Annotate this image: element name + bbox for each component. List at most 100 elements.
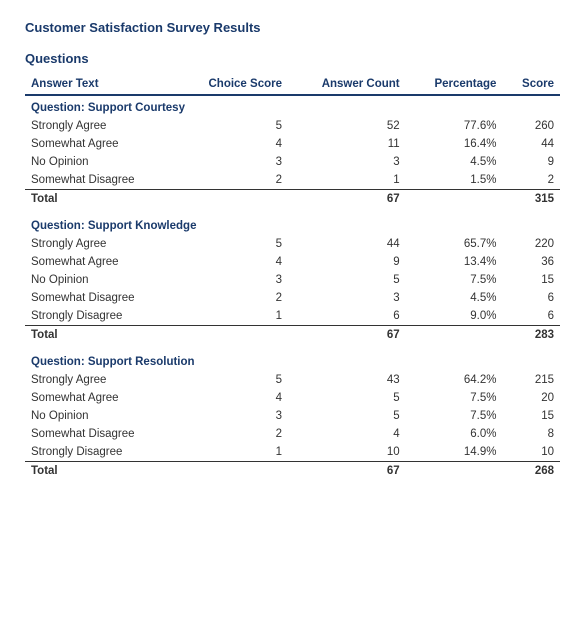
table-row: Somewhat Agree 4 9 13.4% 36 — [25, 253, 560, 271]
answer-text: No Opinion — [25, 153, 176, 171]
score: 2 — [502, 171, 560, 190]
col-answer-text: Answer Text — [25, 74, 176, 95]
score: 10 — [502, 443, 560, 462]
table-row: Somewhat Agree 4 5 7.5% 20 — [25, 389, 560, 407]
choice-score: 5 — [176, 235, 288, 253]
answer-count: 52 — [288, 117, 406, 135]
answer-count: 44 — [288, 235, 406, 253]
answer-text: Strongly Disagree — [25, 443, 176, 462]
table-row: No Opinion 3 5 7.5% 15 — [25, 271, 560, 289]
score: 220 — [502, 235, 560, 253]
choice-score: 2 — [176, 289, 288, 307]
question-label: Question: Support Knowledge — [25, 214, 560, 235]
table-row: Strongly Agree 5 44 65.7% 220 — [25, 235, 560, 253]
total-row: Total 67 315 — [25, 190, 560, 209]
answer-text: Somewhat Agree — [25, 135, 176, 153]
percentage: 14.9% — [406, 443, 503, 462]
percentage: 4.5% — [406, 153, 503, 171]
total-choice-score — [176, 462, 288, 481]
total-label: Total — [25, 462, 176, 481]
answer-count: 3 — [288, 289, 406, 307]
table-row: Strongly Agree 5 43 64.2% 215 — [25, 371, 560, 389]
page-title: Customer Satisfaction Survey Results — [25, 20, 560, 35]
total-score: 283 — [502, 326, 560, 345]
total-row: Total 67 283 — [25, 326, 560, 345]
answer-count: 6 — [288, 307, 406, 326]
answer-count: 43 — [288, 371, 406, 389]
choice-score: 1 — [176, 307, 288, 326]
table-row: Strongly Disagree 1 6 9.0% 6 — [25, 307, 560, 326]
table-row: Strongly Agree 5 52 77.6% 260 — [25, 117, 560, 135]
answer-count: 5 — [288, 389, 406, 407]
answer-count: 10 — [288, 443, 406, 462]
choice-score: 4 — [176, 253, 288, 271]
col-choice-score: Choice Score — [176, 74, 288, 95]
question-header: Question: Support Resolution — [25, 350, 560, 371]
total-score: 315 — [502, 190, 560, 209]
choice-score: 4 — [176, 389, 288, 407]
score: 215 — [502, 371, 560, 389]
answer-text: No Opinion — [25, 407, 176, 425]
answer-count: 4 — [288, 425, 406, 443]
percentage: 7.5% — [406, 407, 503, 425]
choice-score: 1 — [176, 443, 288, 462]
percentage: 6.0% — [406, 425, 503, 443]
total-percentage — [406, 190, 503, 209]
answer-text: Strongly Disagree — [25, 307, 176, 326]
score: 260 — [502, 117, 560, 135]
total-label: Total — [25, 190, 176, 209]
score: 6 — [502, 289, 560, 307]
answer-count: 5 — [288, 271, 406, 289]
percentage: 7.5% — [406, 271, 503, 289]
percentage: 1.5% — [406, 171, 503, 190]
score: 36 — [502, 253, 560, 271]
percentage: 7.5% — [406, 389, 503, 407]
percentage: 13.4% — [406, 253, 503, 271]
total-row: Total 67 268 — [25, 462, 560, 481]
choice-score: 5 — [176, 117, 288, 135]
choice-score: 2 — [176, 425, 288, 443]
answer-text: Strongly Agree — [25, 117, 176, 135]
total-percentage — [406, 326, 503, 345]
answer-text: Strongly Agree — [25, 371, 176, 389]
answer-text: Somewhat Agree — [25, 389, 176, 407]
total-label: Total — [25, 326, 176, 345]
table-row: Strongly Disagree 1 10 14.9% 10 — [25, 443, 560, 462]
score: 44 — [502, 135, 560, 153]
answer-count: 9 — [288, 253, 406, 271]
question-header: Question: Support Courtesy — [25, 95, 560, 117]
table-row: Somewhat Agree 4 11 16.4% 44 — [25, 135, 560, 153]
col-percentage: Percentage — [406, 74, 503, 95]
choice-score: 3 — [176, 407, 288, 425]
choice-score: 2 — [176, 171, 288, 190]
score: 20 — [502, 389, 560, 407]
answer-text: No Opinion — [25, 271, 176, 289]
score: 15 — [502, 271, 560, 289]
choice-score: 5 — [176, 371, 288, 389]
col-answer-count: Answer Count — [288, 74, 406, 95]
total-percentage — [406, 462, 503, 481]
answer-text: Somewhat Disagree — [25, 425, 176, 443]
section-title: Questions — [25, 51, 560, 66]
score: 15 — [502, 407, 560, 425]
answer-text: Somewhat Agree — [25, 253, 176, 271]
percentage: 9.0% — [406, 307, 503, 326]
total-answer-count: 67 — [288, 462, 406, 481]
table-row: No Opinion 3 5 7.5% 15 — [25, 407, 560, 425]
total-answer-count: 67 — [288, 326, 406, 345]
total-answer-count: 67 — [288, 190, 406, 209]
score: 8 — [502, 425, 560, 443]
answer-text: Somewhat Disagree — [25, 289, 176, 307]
question-label: Question: Support Resolution — [25, 350, 560, 371]
survey-table: Answer Text Choice Score Answer Count Pe… — [25, 74, 560, 480]
total-choice-score — [176, 326, 288, 345]
answer-count: 3 — [288, 153, 406, 171]
question-label: Question: Support Courtesy — [25, 95, 560, 117]
answer-count: 11 — [288, 135, 406, 153]
answer-text: Strongly Agree — [25, 235, 176, 253]
table-row: Somewhat Disagree 2 1 1.5% 2 — [25, 171, 560, 190]
question-header: Question: Support Knowledge — [25, 214, 560, 235]
score: 9 — [502, 153, 560, 171]
percentage: 64.2% — [406, 371, 503, 389]
table-row: Somewhat Disagree 2 3 4.5% 6 — [25, 289, 560, 307]
